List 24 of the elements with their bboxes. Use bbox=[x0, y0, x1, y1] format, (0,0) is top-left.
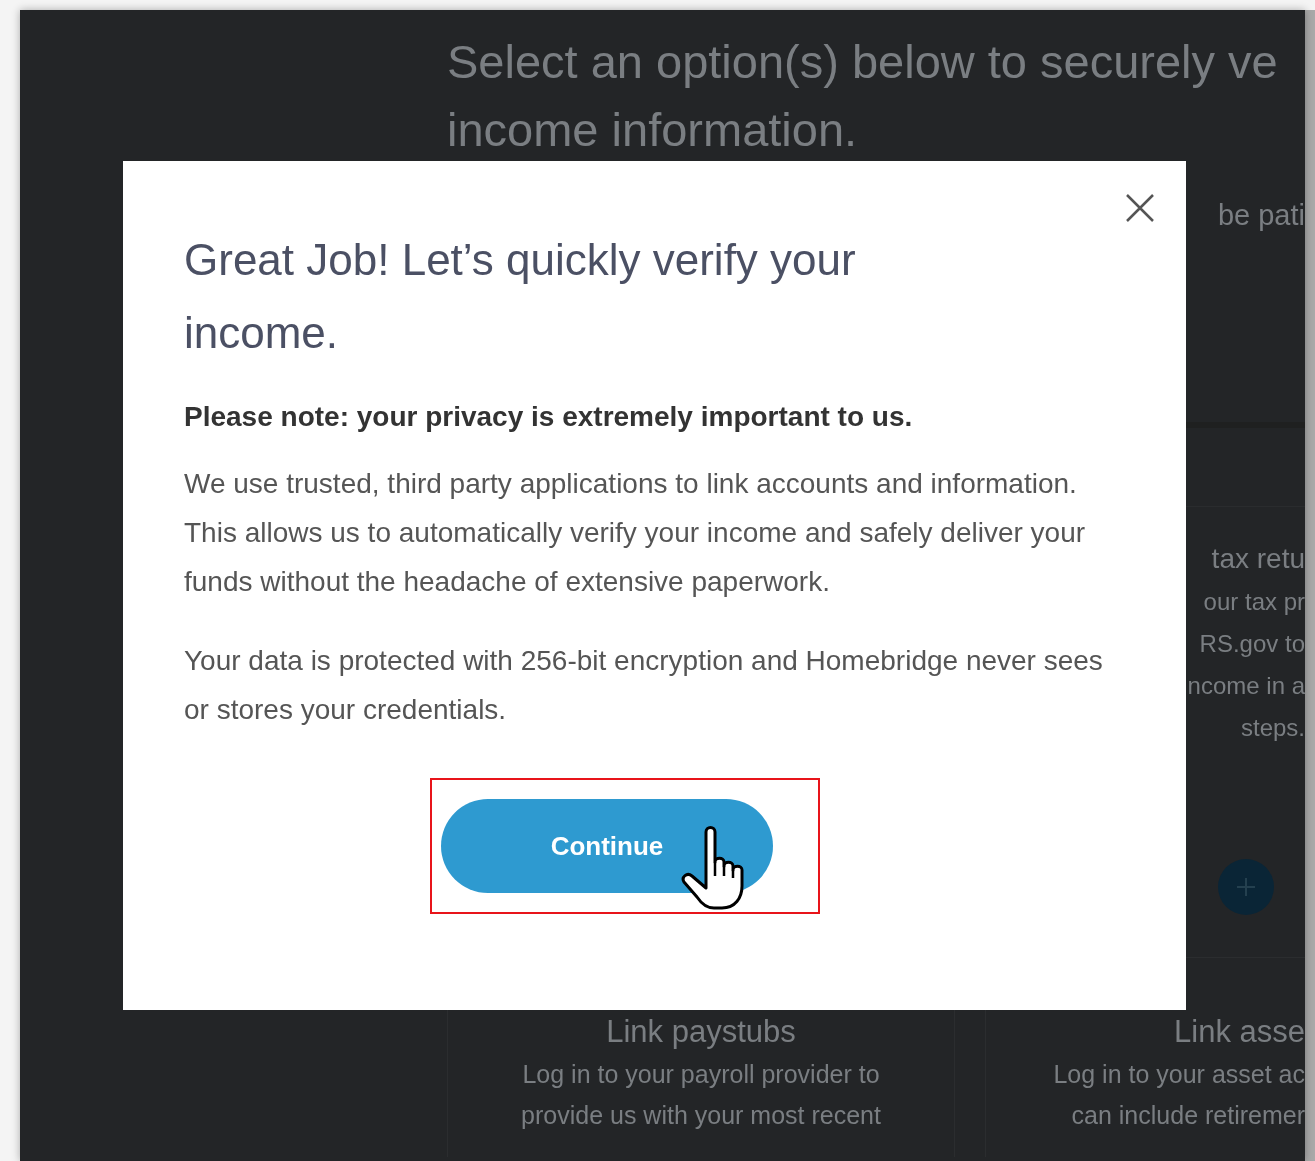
page-heading: income information. bbox=[447, 102, 858, 158]
close-icon bbox=[1125, 193, 1155, 223]
privacy-note: Please note: your privacy is extremely important to us. bbox=[184, 401, 914, 433]
continue-button[interactable]: Continue bbox=[441, 799, 773, 893]
plus-icon bbox=[1234, 875, 1258, 899]
card-text: Log in to your payroll provider to bbox=[522, 1059, 880, 1090]
modal-title: Great Job! Let’s quickly verify your income. bbox=[184, 234, 857, 359]
card-title: tax retu bbox=[1211, 542, 1305, 576]
card-title: Link paystubs bbox=[606, 1013, 796, 1051]
card-text: can include retiremer bbox=[1071, 1100, 1305, 1131]
card-text: RS.gov to bbox=[1199, 629, 1305, 659]
card-text: provide us with your most recent bbox=[521, 1100, 881, 1131]
page-note: be pati bbox=[1217, 199, 1305, 232]
card-text: Log in to your asset ac bbox=[1053, 1059, 1305, 1090]
modal-paragraph: Your data is protected with 256-bit encryption and Homebridge never sees or stores your credentials. bbox=[184, 644, 1104, 727]
scrollbar[interactable] bbox=[1305, 10, 1315, 1161]
modal-paragraph: We use trusted, third party applications to link accounts and information. This allows us to automatically verify your income and safely deliver your funds without the headache of extensive paperwork. bbox=[184, 467, 1087, 599]
card-text: ncome in a bbox=[1187, 671, 1305, 701]
card-text: our tax pr bbox=[1203, 587, 1305, 617]
page-heading: Select an option(s) below to securely ve bbox=[447, 34, 1278, 90]
close-button[interactable] bbox=[1125, 193, 1155, 223]
add-button[interactable] bbox=[1218, 859, 1274, 915]
card-title: Link asse bbox=[1174, 1013, 1305, 1051]
card-text: steps. bbox=[1240, 713, 1305, 743]
